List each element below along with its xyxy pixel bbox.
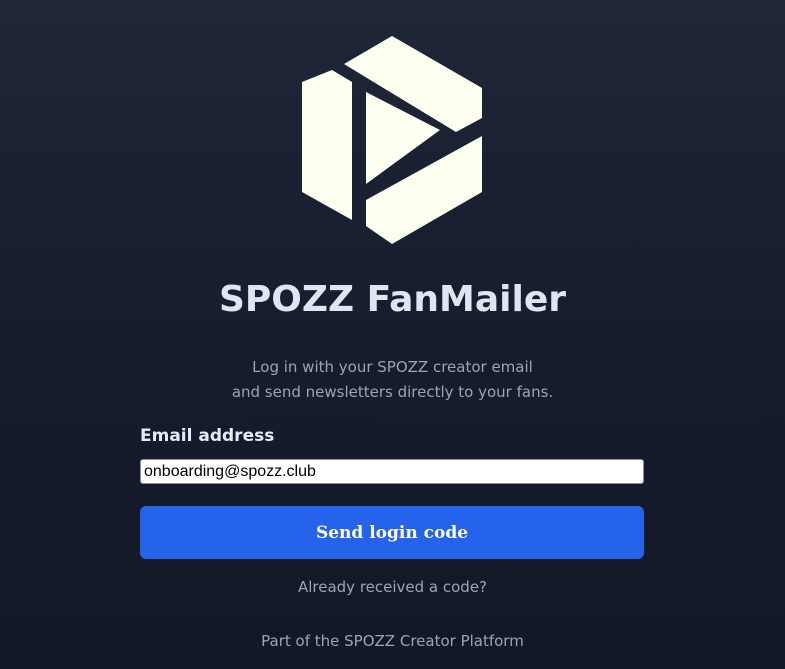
send-login-code-button[interactable]: Send login code (140, 506, 644, 559)
tagline-line-2: and send newsletters directly to your fa… (231, 383, 554, 401)
email-label: Email address (140, 426, 275, 446)
already-received-code-link[interactable]: Already received a code? (0, 578, 785, 596)
spozz-logo-icon (302, 34, 482, 244)
email-input[interactable] (140, 459, 644, 484)
footer-text: Part of the SPOZZ Creator Platform (261, 632, 524, 650)
tagline-line-1: Log in with your SPOZZ creator email (252, 358, 533, 376)
tagline: Log in with your SPOZZ creator email and… (0, 355, 785, 405)
app-title: SPOZZ FanMailer (218, 279, 567, 320)
